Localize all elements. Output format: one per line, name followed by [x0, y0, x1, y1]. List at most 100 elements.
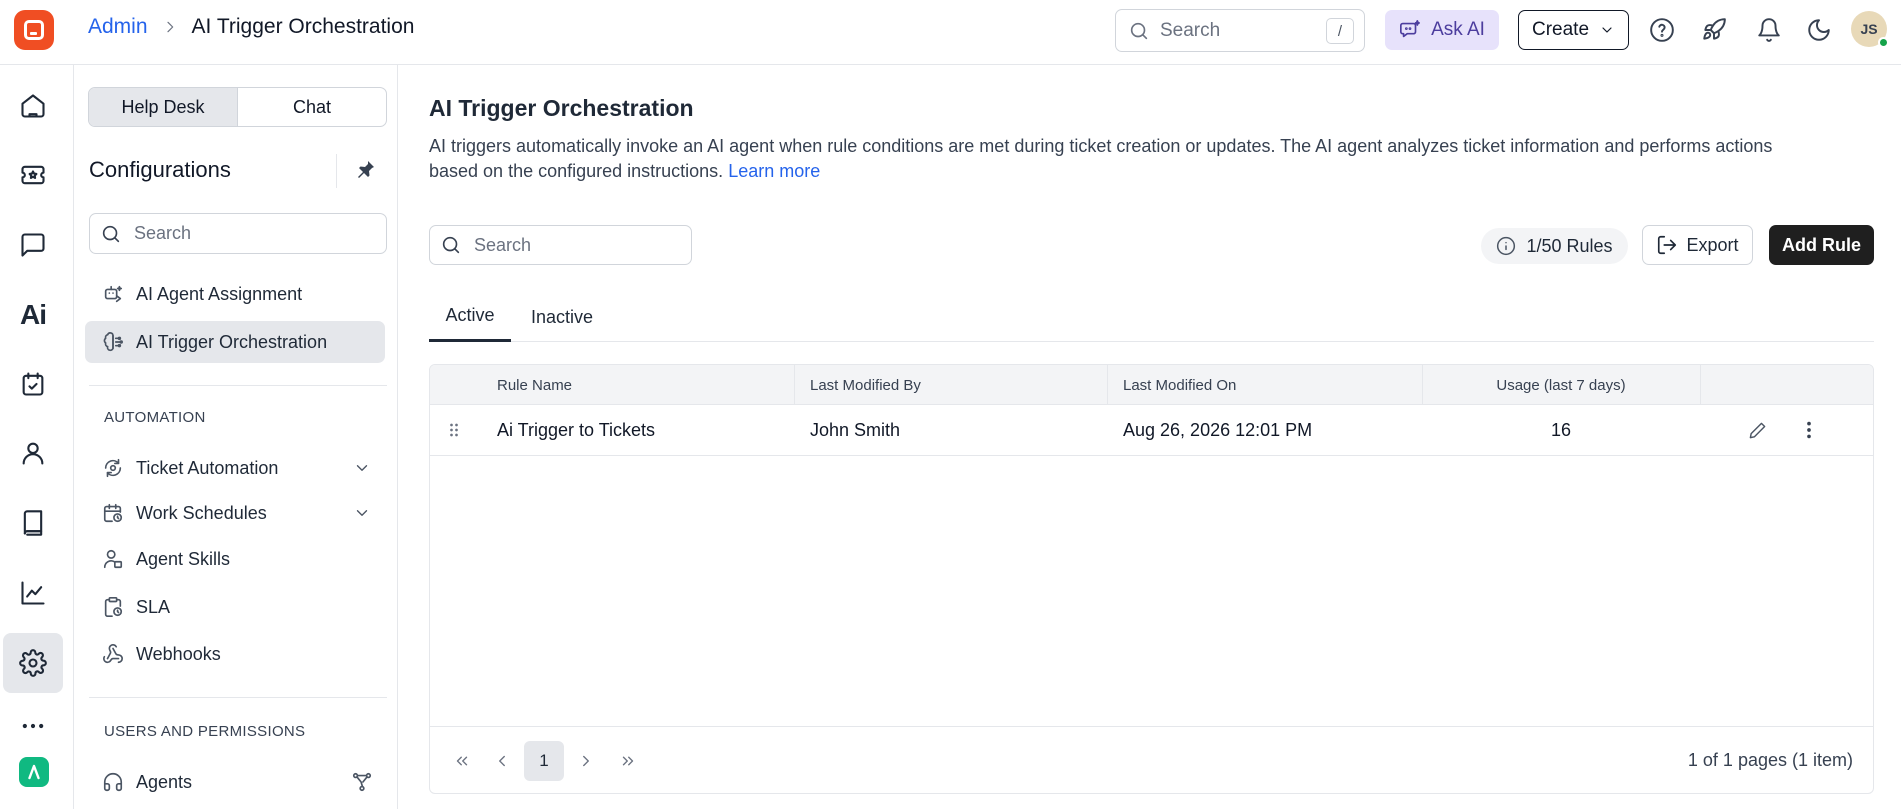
- page-number-button[interactable]: 1: [524, 741, 564, 781]
- sidebar-item-ai-trigger-orchestration[interactable]: AI Trigger Orchestration: [85, 321, 385, 363]
- ai-chat-icon: [1400, 20, 1421, 38]
- search-icon: [1130, 22, 1148, 39]
- hierarchy-icon: [352, 772, 372, 792]
- gear-icon: [19, 649, 47, 677]
- nav-tickets[interactable]: [3, 145, 63, 205]
- cell-usage: 16: [1550, 419, 1572, 440]
- cell-modified-by: John Smith: [810, 419, 901, 440]
- previous-page-button[interactable]: [482, 741, 522, 781]
- nav-ai[interactable]: Ai: [3, 285, 63, 345]
- learn-more-link[interactable]: Learn more: [728, 161, 820, 181]
- column-header-rule-name[interactable]: Rule Name: [497, 365, 572, 405]
- cell-modified-on: Aug 26, 2026 12:01 PM: [1123, 419, 1313, 440]
- column-divider: [794, 365, 795, 405]
- bell-icon[interactable]: [1756, 17, 1782, 43]
- user-avatar[interactable]: JS: [1851, 11, 1889, 48]
- ask-ai-label: Ask AI: [1431, 19, 1485, 40]
- nav-knowledge-base[interactable]: [3, 493, 63, 553]
- table-pagination: 1 1 of 1 pages (1 item): [430, 726, 1873, 793]
- sidebar-item-ai-agent-assignment[interactable]: AI Agent Assignment: [85, 273, 385, 315]
- sidebar-item-work-schedules[interactable]: Work Schedules: [85, 492, 385, 534]
- app-a-icon: [28, 764, 40, 780]
- rules-search-input[interactable]: Search: [429, 225, 692, 265]
- sidebar-item-ticket-automation[interactable]: Ticket Automation: [85, 447, 385, 489]
- sidebar-item-label: SLA: [136, 596, 171, 617]
- sidebar-item-label: Work Schedules: [136, 502, 267, 523]
- last-page-button[interactable]: [608, 741, 648, 781]
- app-logo[interactable]: [14, 10, 54, 50]
- nav-more[interactable]: [3, 706, 63, 746]
- section-heading-automation: AUTOMATION: [104, 409, 206, 426]
- create-button[interactable]: Create: [1518, 10, 1629, 50]
- drag-handle[interactable]: [444, 405, 468, 455]
- export-label: Export: [1686, 234, 1739, 255]
- export-button[interactable]: Export: [1642, 225, 1753, 265]
- webhook-icon: [103, 644, 123, 664]
- more-vertical-icon: [1807, 421, 1811, 439]
- ai-icon: Ai: [20, 299, 47, 330]
- description-text: AI triggers automatically invoke an AI a…: [429, 136, 1773, 181]
- row-more-menu-button[interactable]: [1798, 405, 1820, 455]
- sidebar-item-sla[interactable]: SLA: [85, 586, 385, 628]
- pin-icon[interactable]: [353, 158, 377, 182]
- chevron-right-icon: [583, 755, 589, 767]
- global-search-input[interactable]: Search /: [1115, 9, 1365, 52]
- sidebar-item-agents[interactable]: Agents: [85, 761, 385, 803]
- table-row[interactable]: Ai Trigger to Tickets John Smith Aug 26,…: [430, 405, 1873, 456]
- sidebar-item-webhooks[interactable]: Webhooks: [85, 633, 385, 675]
- segment-help-desk[interactable]: Help Desk: [89, 88, 238, 126]
- search-icon: [442, 236, 460, 254]
- chevron-down-icon: [1602, 27, 1612, 33]
- column-header-usage[interactable]: Usage (last 7 days): [1422, 365, 1700, 405]
- next-page-button[interactable]: [566, 741, 606, 781]
- ai-assign-icon: [104, 285, 123, 303]
- sidebar-divider: [89, 385, 387, 386]
- first-page-button[interactable]: [442, 741, 482, 781]
- nav-chat[interactable]: [3, 215, 63, 275]
- configurations-search-input[interactable]: Search: [89, 213, 387, 254]
- column-divider: [1700, 365, 1701, 405]
- help-icon[interactable]: [1649, 17, 1675, 43]
- chevron-left-icon: [499, 755, 505, 767]
- nav-tasks[interactable]: [3, 354, 63, 414]
- breadcrumb-admin-link[interactable]: Admin: [88, 15, 148, 39]
- edit-rule-button[interactable]: [1748, 405, 1767, 455]
- drag-handle-icon: [450, 423, 458, 437]
- more-horizontal-icon: [22, 723, 44, 729]
- sidebar-item-label: Agents: [136, 771, 193, 792]
- ticket-icon: [21, 165, 45, 185]
- pagination-info: 1 of 1 pages (1 item): [1687, 750, 1853, 770]
- nav-home[interactable]: [3, 76, 63, 136]
- sidebar-item-label: Webhooks: [136, 643, 221, 664]
- chart-line-icon: [21, 581, 45, 605]
- avatar-initials: JS: [1860, 21, 1878, 37]
- nav-reports[interactable]: [3, 563, 63, 623]
- column-header-last-modified-by[interactable]: Last Modified By: [810, 365, 921, 405]
- product-segment-control: Help Desk Chat: [88, 87, 387, 127]
- page-description: AI triggers automatically invoke an AI a…: [429, 134, 1799, 184]
- app-switcher[interactable]: [19, 757, 49, 787]
- main-content: AI Trigger Orchestration AI triggers aut…: [399, 65, 1901, 809]
- rocket-icon[interactable]: [1701, 17, 1727, 43]
- sla-clock-icon: [104, 597, 123, 617]
- chevron-down-icon: [356, 510, 368, 516]
- nav-settings[interactable]: [3, 633, 63, 693]
- nav-contacts[interactable]: [3, 423, 63, 483]
- global-search-placeholder: Search: [1160, 19, 1221, 41]
- search-shortcut-key: /: [1326, 18, 1354, 44]
- cell-rule-name[interactable]: Ai Trigger to Tickets: [497, 405, 655, 455]
- sidebar-item-label: AI Trigger Orchestration: [136, 331, 328, 352]
- column-header-last-modified-on[interactable]: Last Modified On: [1123, 365, 1236, 405]
- segment-chat[interactable]: Chat: [238, 88, 386, 126]
- rules-count-text: 1/50 Rules: [1526, 235, 1613, 256]
- tab-inactive[interactable]: Inactive: [519, 292, 605, 342]
- tab-active[interactable]: Active: [429, 292, 511, 342]
- dark-mode-icon[interactable]: [1806, 17, 1832, 43]
- add-rule-button[interactable]: Add Rule: [1769, 225, 1874, 265]
- section-heading-users-and-permissions: USERS AND PERMISSIONS: [104, 723, 306, 740]
- breadcrumb-current: AI Trigger Orchestration: [191, 15, 415, 38]
- calendar-check-icon: [22, 372, 44, 396]
- sidebar-item-agent-skills[interactable]: Agent Skills: [85, 538, 385, 580]
- configurations-search-placeholder: Search: [134, 223, 192, 243]
- ask-ai-button[interactable]: Ask AI: [1385, 10, 1499, 50]
